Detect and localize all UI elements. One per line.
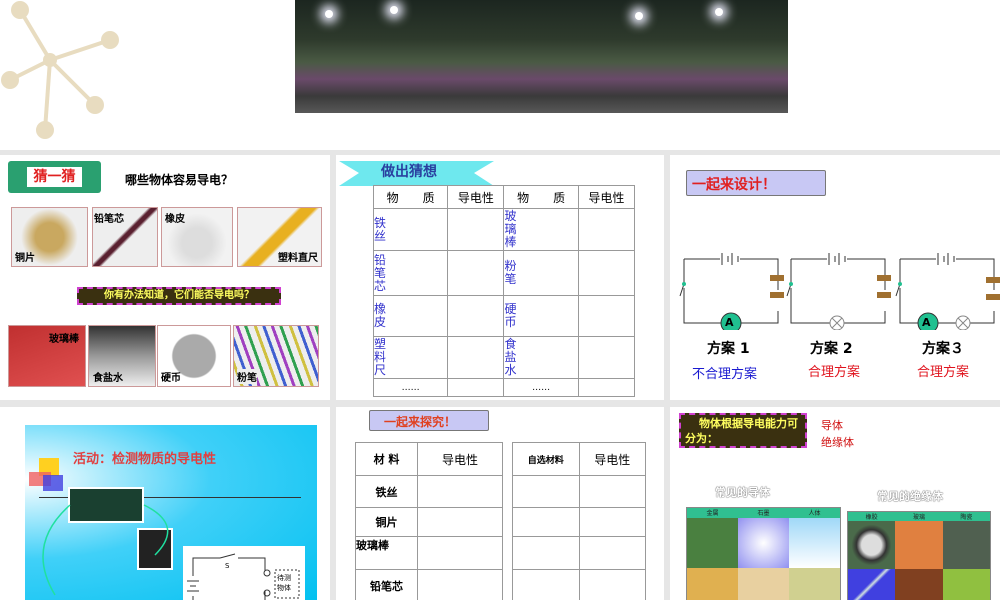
molecule-decoration-icon [1, 1, 119, 139]
previous-slide-bottom[interactable] [0, 0, 1000, 150]
col-header: 自选材料 [512, 442, 580, 476]
slide-title: 做出猜想 [381, 164, 437, 180]
col-header: 导电性 [578, 442, 646, 476]
activity-panel: 活动：检测物质的导电性 S 待测物体 [25, 425, 317, 600]
item-label: 食盐水 [93, 373, 123, 384]
slide-classification[interactable]: 物体根据导电能力可分为： 导体 绝缘体 常见的导体 常见的绝缘体 金属 石墨 人体 … [670, 407, 1000, 600]
col-header: 材 料 [355, 442, 418, 476]
item-label: 硬币 [161, 373, 181, 384]
col-header: 导电性 [577, 185, 636, 209]
slide-hypothesis[interactable]: 做出猜想 物 质导电性物 质导电性 铁丝 玻璃棒 铅笔芯 粉笔 橡皮 硬币 塑料尺 食盐… [336, 155, 664, 400]
ellipsis: …… [503, 378, 579, 397]
plan-2-verdict: 合理方案 [808, 365, 861, 380]
chalk-image: 粉笔 [233, 325, 319, 387]
material-cell: 铜片 [355, 507, 418, 537]
conductors-title: 常见的导体 [715, 486, 770, 499]
material-label: 玻璃棒 [504, 209, 517, 249]
col-label: 橡胶 [865, 514, 878, 521]
circuit-schematic: S 待测物体 [183, 546, 305, 600]
item-label: 塑料直尺 [278, 253, 318, 264]
slide-design[interactable]: 一起来设计！ A A 方案 1 不合理方案 方案 2 合理方案 方案３ 合理方案 [670, 155, 1000, 400]
col-label: 玻璃 [912, 514, 925, 521]
material-cell: 铁丝 [355, 475, 418, 508]
col-label: 金属 [706, 510, 719, 517]
ammeter-icon: A [725, 316, 734, 329]
slide-explore[interactable]: 一起来探究！ 材 料导电性 铁丝 铜片 玻璃棒 铅笔芯 自选材料 导电性 [336, 407, 664, 600]
explore-table-left: 材 料导电性 铁丝 铜片 玻璃棒 铅笔芯 [355, 442, 503, 600]
insulator-label: 绝缘体 [821, 436, 854, 449]
plan-3-verdict: 合理方案 [917, 365, 970, 380]
insulators-title: 常见的绝缘体 [877, 490, 943, 503]
material-label: 硬币 [504, 302, 517, 329]
plan-3-label: 方案３ [922, 341, 964, 357]
material-cell: 铅笔芯 [355, 569, 418, 600]
switch-label: S [225, 562, 230, 570]
item-label: 粉笔 [237, 369, 257, 384]
test-object-label: 待测物体 [277, 574, 291, 592]
ruler-image: 塑料直尺 [237, 207, 322, 267]
item-label: 铜片 [15, 253, 35, 264]
campus-night-photo [295, 0, 788, 113]
col-label: 陶瓷 [960, 514, 973, 521]
copper-image: 铜片 [11, 207, 88, 267]
explore-table-right: 自选材料 导电性 [512, 442, 646, 600]
col-header: 物 质 [372, 185, 449, 209]
plan-1-verdict: 不合理方案 [692, 367, 758, 382]
col-label: 人体 [808, 510, 821, 517]
plan-1-label: 方案 1 [707, 341, 750, 357]
eraser-image: 橡皮 [161, 207, 233, 267]
salt-water-image: 食盐水 [88, 325, 156, 387]
insulator-grid: 橡胶 玻璃 陶瓷 [847, 511, 991, 600]
tag-label: 猜一猜 [27, 167, 82, 187]
material-label: 橡皮 [374, 302, 387, 329]
material-cell: 玻璃棒 [355, 536, 418, 570]
circuit-diagrams [679, 253, 1000, 330]
pencil-lead-image: 铅笔芯 [92, 207, 158, 267]
material-label: 粉笔 [504, 259, 517, 286]
col-header: 物 质 [503, 185, 579, 209]
slide-title: 一起来探究！ [384, 415, 457, 429]
col-header: 导电性 [417, 442, 503, 476]
item-label: 玻璃棒 [49, 334, 79, 345]
material-label: 铁丝 [374, 215, 387, 243]
classification-box: 物体根据导电能力可分为： [679, 413, 807, 448]
slide-title: 一起来设计！ [692, 177, 776, 193]
col-header: 导电性 [447, 185, 505, 209]
coin-image: 硬币 [157, 325, 231, 387]
conductor-label: 导体 [821, 419, 843, 432]
conductor-grid: 金属 石墨 人体 [686, 507, 841, 600]
material-label: 塑料尺 [374, 337, 387, 377]
prompt-box: 你有办法知道，它们能否导电吗？ [77, 287, 281, 305]
material-label: 铅笔芯 [374, 252, 387, 293]
material-label: 食盐水 [504, 337, 517, 377]
slide-guess[interactable]: 猜一猜 哪些物体容易导电？ 铜片 铅笔芯 橡皮 塑料直尺 你有办法知道，它们能否… [0, 155, 330, 400]
plan-2-label: 方案 2 [810, 341, 853, 357]
item-label: 铅笔芯 [94, 214, 124, 225]
glass-rod-image: 玻璃棒 [8, 325, 86, 387]
slide-activity[interactable]: 活动：检测物质的导电性 S 待测物体 [0, 407, 330, 600]
item-label: 橡皮 [165, 214, 185, 225]
question-text: 哪些物体容易导电？ [125, 173, 234, 187]
ammeter-icon: A [922, 316, 931, 329]
ellipsis: …… [372, 378, 449, 397]
hypothesis-table: 物 质导电性物 质导电性 铁丝 玻璃棒 铅笔芯 粉笔 橡皮 硬币 塑料尺 食盐水 ………… [372, 185, 636, 397]
col-label: 石墨 [757, 510, 770, 517]
